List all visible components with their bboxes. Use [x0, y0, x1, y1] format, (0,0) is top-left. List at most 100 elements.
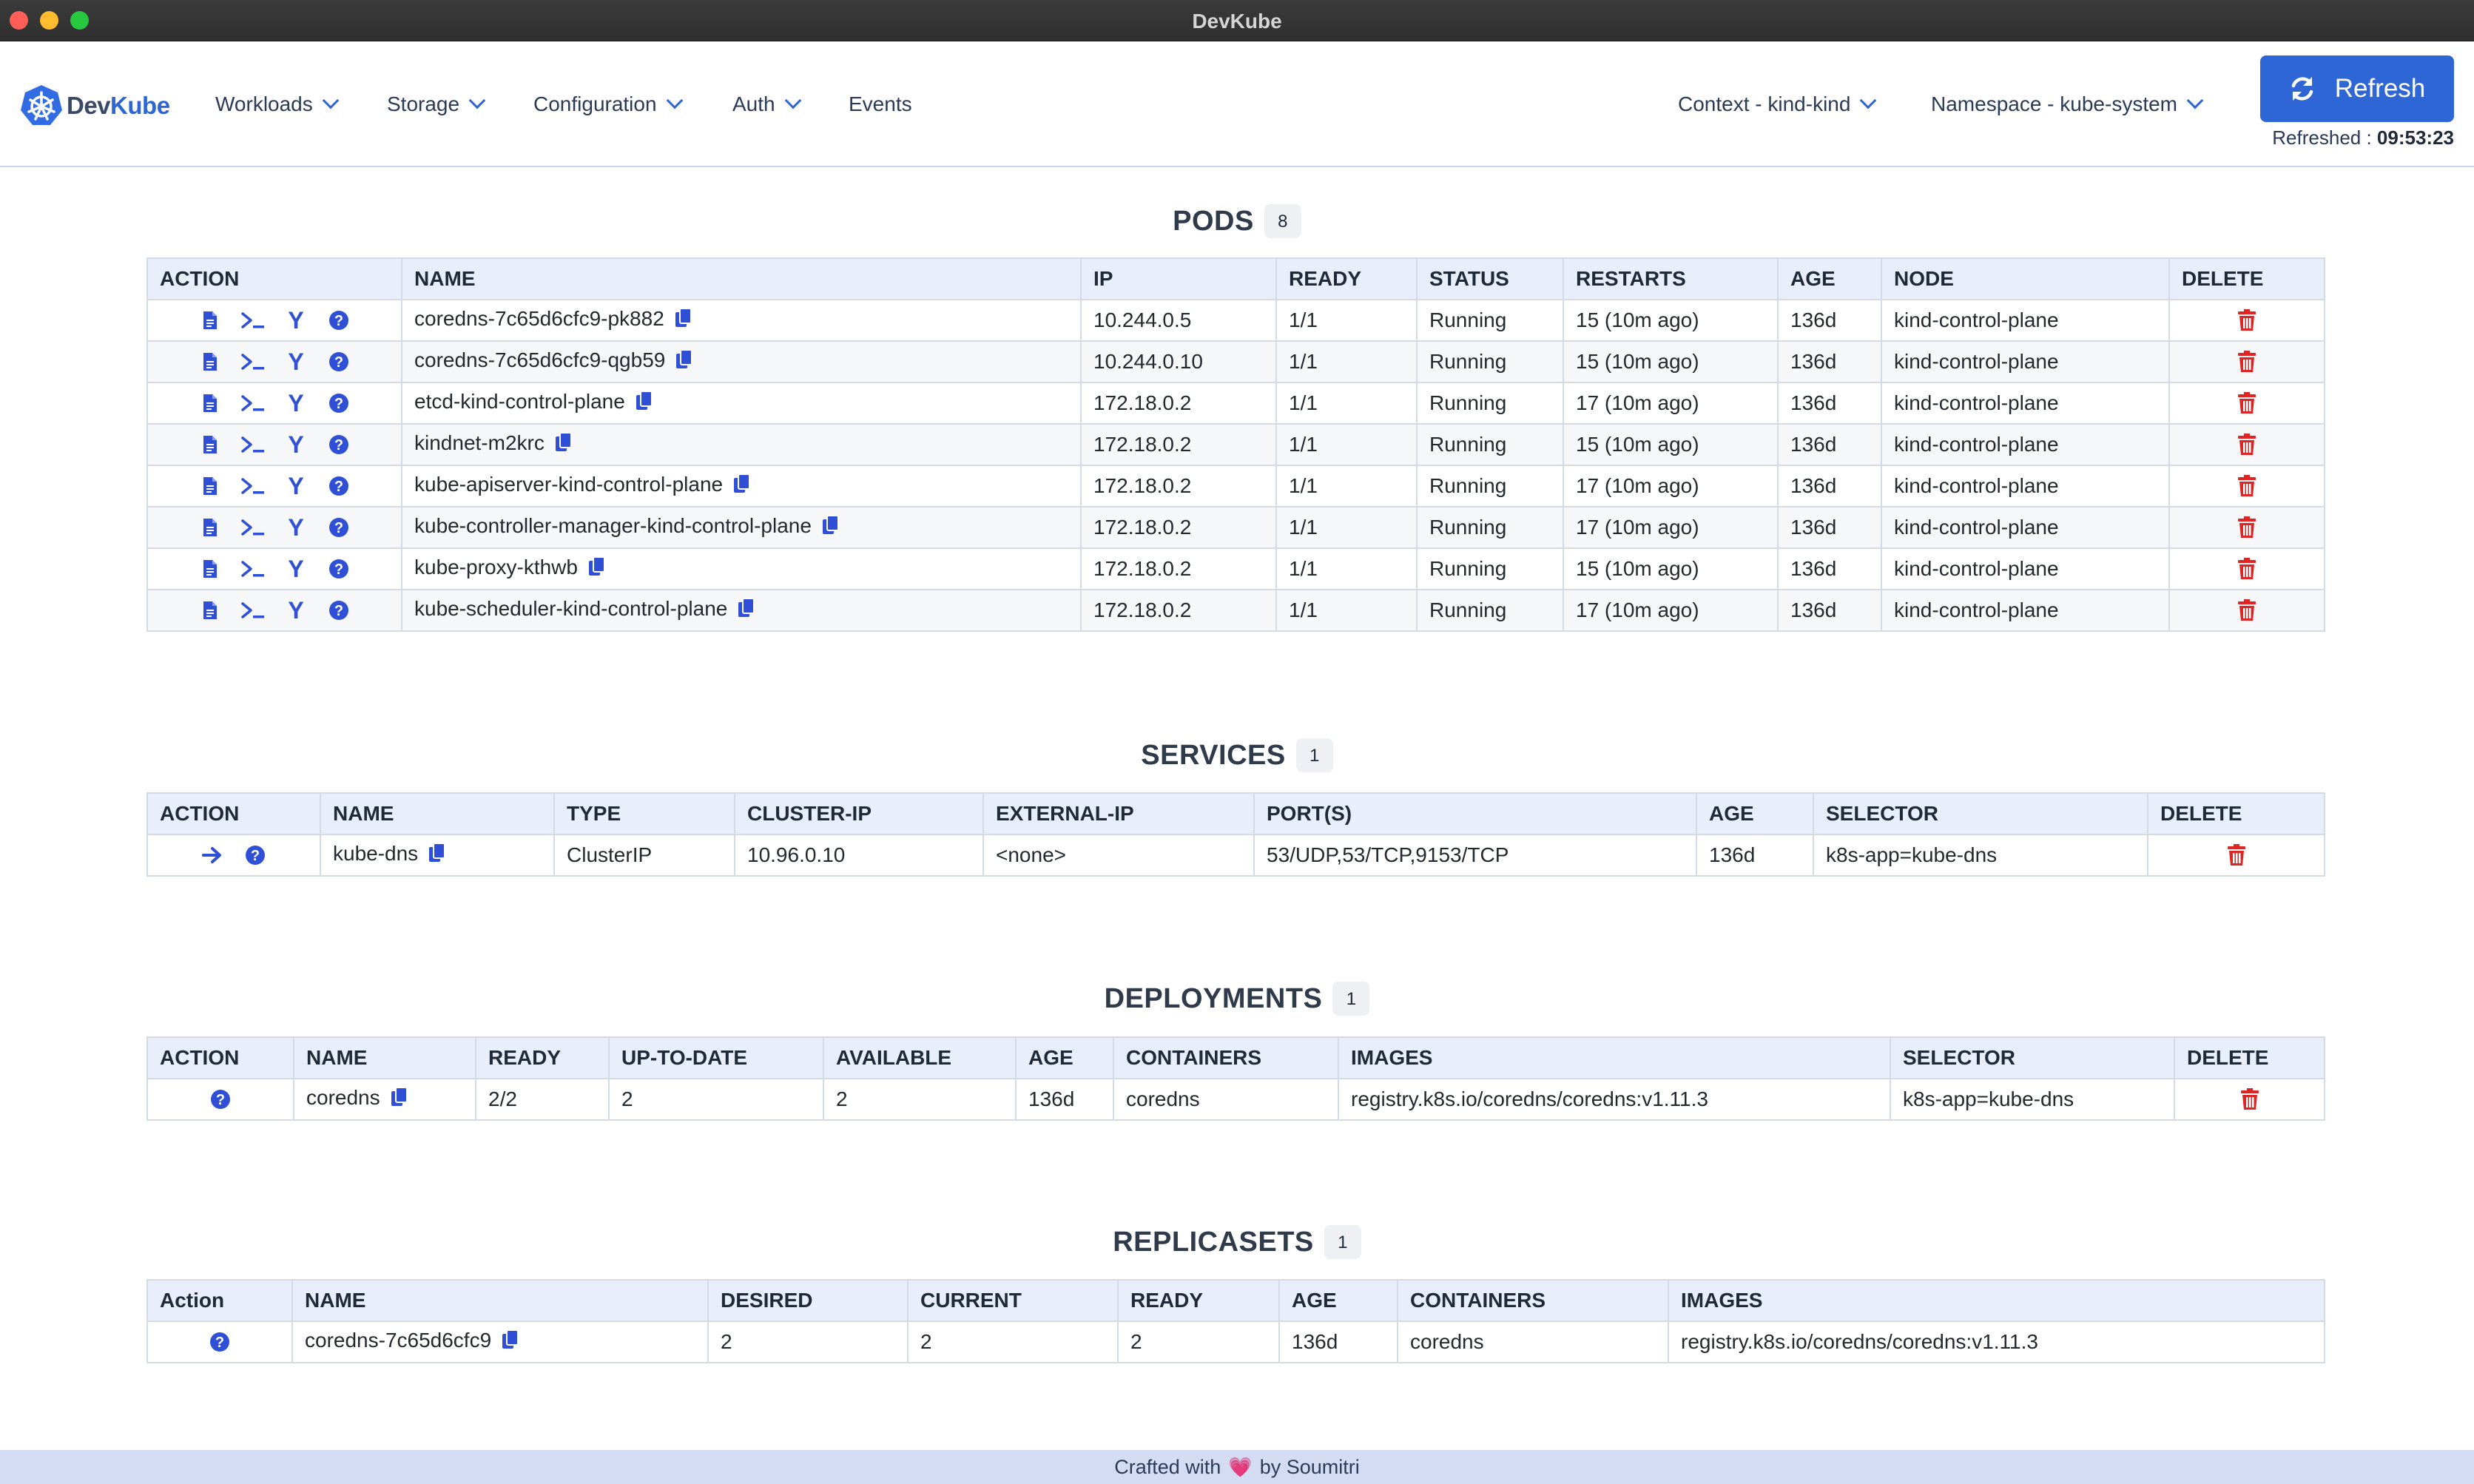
describe-button[interactable]: ? [317, 434, 360, 455]
view-yaml-button[interactable] [189, 518, 232, 537]
deployments-count-badge: 1 [1332, 982, 1370, 1016]
copy-name-button[interactable] [588, 556, 606, 582]
describe-button[interactable]: ? [317, 476, 360, 496]
exec-shell-button[interactable] [232, 311, 274, 329]
nav-auth[interactable]: Auth [732, 92, 801, 116]
copy-name-button[interactable] [738, 597, 755, 624]
svg-text:?: ? [334, 603, 343, 619]
exec-shell-button[interactable] [232, 601, 274, 619]
deployments-header-delete: DELETE [2174, 1036, 2325, 1079]
copy-icon [738, 597, 755, 617]
logs-filter-button[interactable]: Y [274, 390, 317, 417]
logs-filter-button[interactable]: Y [274, 431, 317, 459]
describe-button[interactable]: ? [317, 351, 360, 372]
context-selector[interactable]: Context - kind-kind [1678, 92, 1877, 116]
pod-restarts: 17 (10m ago) [1563, 465, 1779, 507]
delete-button[interactable] [2182, 516, 2312, 539]
view-yaml-button[interactable] [189, 352, 232, 371]
exec-shell-button[interactable] [232, 394, 274, 412]
pods-count-badge: 8 [1264, 204, 1301, 238]
exec-shell-button[interactable] [232, 477, 274, 495]
logs-filter-button[interactable]: Y [274, 597, 317, 624]
copy-name-button[interactable] [675, 307, 692, 334]
copy-icon [734, 473, 751, 493]
logs-filter-button[interactable]: Y [274, 307, 317, 334]
view-yaml-button[interactable] [189, 601, 232, 620]
view-yaml-button[interactable] [189, 394, 232, 413]
pod-name-cell: kube-proxy-kthwb [401, 547, 1082, 590]
logs-filter-button[interactable]: Y [274, 556, 317, 583]
table-row: Y? kube-controller-manager-kind-control-p… [146, 506, 2325, 549]
copy-name-button[interactable] [555, 431, 573, 458]
service-name: kube-dns [333, 842, 419, 866]
describe-button[interactable]: ? [234, 845, 277, 866]
port-forward-button[interactable] [191, 845, 234, 866]
pod-age: 136d [1777, 589, 1882, 632]
describe-button[interactable]: ? [199, 1089, 242, 1110]
deployments-section-header: DEPLOYMENTS 1 [0, 982, 2474, 1016]
delete-button[interactable] [2160, 844, 2312, 866]
logs-filter-button[interactable]: Y [274, 514, 317, 542]
namespace-selector[interactable]: Namespace - kube-system [1931, 92, 2204, 116]
nav-workloads[interactable]: Workloads [215, 92, 340, 116]
exec-shell-button[interactable] [232, 436, 274, 453]
delete-button[interactable] [2182, 558, 2312, 580]
delete-button[interactable] [2182, 475, 2312, 497]
copy-name-button[interactable] [636, 390, 653, 416]
describe-button[interactable]: ? [198, 1332, 241, 1352]
pods-header-status: STATUS [1416, 257, 1564, 300]
footer: Crafted with 💗 by Soumitri [0, 1450, 2474, 1484]
exec-shell-button[interactable] [232, 560, 274, 578]
brand-logo-link[interactable]: DevKube [19, 82, 170, 129]
copy-name-button[interactable] [391, 1086, 408, 1113]
nav-configuration[interactable]: Configuration [533, 92, 683, 116]
view-yaml-button[interactable] [189, 476, 232, 496]
view-yaml-button[interactable] [189, 559, 232, 579]
pods-header-age: AGE [1777, 257, 1882, 300]
refresh-button[interactable]: Refresh [2260, 55, 2454, 122]
copy-icon [502, 1329, 519, 1349]
deployments-header-available: AVAILABLE [823, 1036, 1017, 1079]
pod-status: Running [1416, 589, 1564, 632]
describe-button[interactable]: ? [317, 310, 360, 331]
delete-button[interactable] [2182, 309, 2312, 331]
exec-shell-button[interactable] [232, 519, 274, 536]
exec-shell-button[interactable] [232, 353, 274, 371]
service-name-cell: kube-dns [320, 834, 555, 877]
copy-name-button[interactable] [733, 473, 751, 499]
copy-name-button[interactable] [502, 1329, 519, 1355]
delete-cell [2168, 589, 2325, 632]
describe-button[interactable]: ? [317, 393, 360, 414]
view-yaml-button[interactable] [189, 435, 232, 454]
copy-name-button[interactable] [822, 514, 840, 541]
pod-age: 136d [1777, 423, 1882, 466]
describe-button[interactable]: ? [317, 559, 360, 579]
delete-button[interactable] [2182, 434, 2312, 456]
delete-button[interactable] [2182, 392, 2312, 414]
service-selector: k8s-app=kube-dns [1813, 834, 2148, 877]
svg-text:?: ? [216, 1092, 225, 1108]
nav-storage[interactable]: Storage [387, 92, 486, 116]
pod-name: kube-apiserver-kind-control-plane [414, 473, 724, 496]
logs-filter-button[interactable]: Y [274, 348, 317, 376]
describe-button[interactable]: ? [317, 600, 360, 621]
pod-age: 136d [1777, 382, 1882, 425]
delete-button[interactable] [2182, 351, 2312, 373]
table-row: Y? kube-proxy-kthwb 172.18.0.2 1/1 Running 15… [146, 547, 2325, 590]
replicasets-header-age: AGE [1278, 1279, 1398, 1322]
view-yaml-button[interactable] [189, 311, 232, 330]
namespace-label: Namespace - kube-system [1931, 92, 2178, 115]
services-header-external-ip: EXTERNAL-IP [982, 792, 1255, 835]
svg-text:?: ? [251, 848, 260, 864]
copy-name-button[interactable] [675, 348, 693, 375]
describe-button[interactable]: ? [317, 517, 360, 538]
nav-events[interactable]: Events [849, 92, 912, 116]
copy-icon [588, 556, 605, 576]
delete-button[interactable] [2187, 1088, 2312, 1110]
pod-ready: 1/1 [1275, 506, 1418, 549]
pod-restarts: 17 (10m ago) [1563, 589, 1779, 632]
delete-button[interactable] [2182, 599, 2312, 621]
svg-text:?: ? [334, 396, 343, 412]
logs-filter-button[interactable]: Y [274, 473, 317, 500]
copy-name-button[interactable] [428, 842, 446, 869]
